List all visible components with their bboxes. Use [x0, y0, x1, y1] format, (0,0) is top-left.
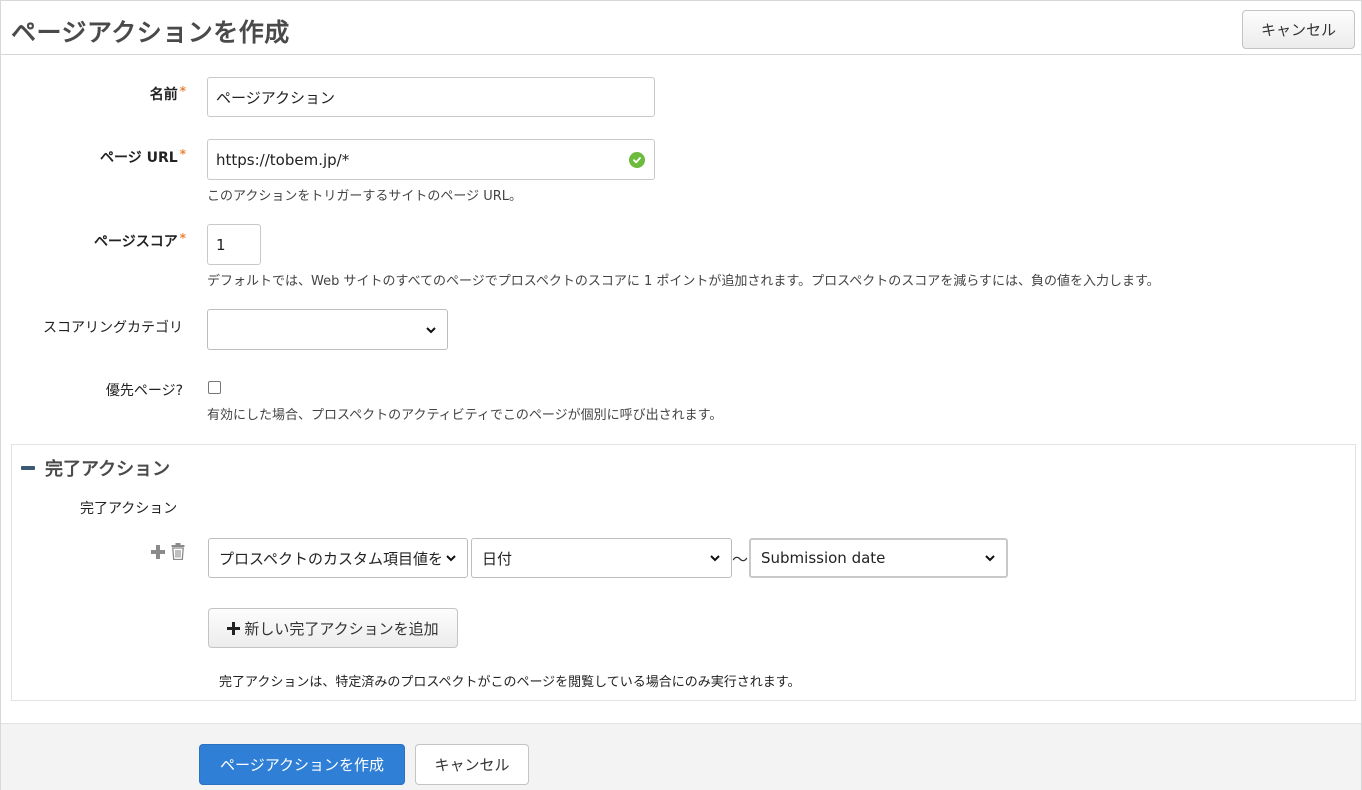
completion-field-value: 日付 — [482, 549, 513, 568]
completion-field-label: 完了アクション — [80, 501, 178, 517]
plus-icon[interactable] — [149, 543, 167, 561]
create-page-action-button[interactable]: ページアクションを作成 — [199, 744, 405, 785]
scoring-category-label: スコアリングカテゴリ — [43, 320, 183, 336]
page-url-label-text: ページ URL — [100, 150, 178, 166]
name-label-text: 名前 — [149, 87, 178, 103]
chevron-down-icon — [985, 555, 995, 562]
name-input[interactable]: ページアクション — [207, 77, 655, 117]
priority-page-checkbox[interactable] — [208, 381, 221, 394]
scoring-category-select[interactable] — [207, 309, 448, 350]
page-url-label: ページ URL * — [100, 147, 186, 167]
completion-field-select[interactable]: 日付 — [471, 538, 732, 578]
page-header: ページアクションを作成 キャンセル — [1, 1, 1361, 55]
chevron-down-icon — [710, 555, 720, 562]
cancel-button-top[interactable]: キャンセル — [1242, 10, 1355, 49]
chevron-down-icon — [426, 326, 436, 333]
page-score-help: デフォルトでは、Web サイトのすべてのページでプロスペクトのスコアに 1 ポイ… — [207, 274, 1160, 289]
name-input-value: ページアクション — [216, 88, 335, 107]
page-url-input-value: https://tobem.jp/* — [216, 150, 350, 169]
required-mark: * — [179, 84, 186, 98]
completion-action-value: プロスペクトのカスタム項目値を — [219, 549, 441, 568]
chevron-down-icon — [446, 555, 456, 562]
collapse-minus-icon[interactable] — [21, 466, 35, 470]
page-frame: ページアクションを作成 キャンセル 名前 * ページアクション ページ URL * … — [0, 0, 1362, 790]
completion-action-select[interactable]: プロスペクトのカスタム項目値を — [208, 538, 468, 578]
page-score-input[interactable]: 1 — [207, 224, 261, 265]
completion-section-title[interactable]: 完了アクション — [21, 455, 170, 481]
page-score-label-text: ページスコア — [93, 234, 178, 250]
page-score-label: ページスコア * — [94, 231, 186, 251]
name-label: 名前 * — [150, 84, 186, 104]
required-mark: * — [179, 147, 186, 161]
priority-page-help: 有効にした場合、プロスペクトのアクティビティでこのページが個別に呼び出されます。 — [207, 408, 723, 423]
completion-value-select[interactable]: Submission date — [749, 538, 1008, 578]
completion-note: 完了アクションは、特定済みのプロスペクトがこのページを閲覧している場合にのみ実行… — [219, 675, 801, 690]
page-title: ページアクションを作成 — [11, 18, 290, 47]
page-url-help: このアクションをトリガーするサイトのページ URL。 — [207, 189, 523, 204]
page-url-input[interactable]: https://tobem.jp/* — [207, 139, 655, 180]
add-completion-action-button[interactable]: 新しい完了アクションを追加 — [208, 608, 458, 648]
completion-section-title-text: 完了アクション — [45, 459, 171, 480]
priority-page-label: 優先ページ? — [105, 383, 183, 399]
page-score-input-value: 1 — [216, 235, 226, 254]
check-circle-icon — [629, 152, 645, 168]
trash-icon[interactable] — [169, 542, 187, 561]
completion-value-value: Submission date — [761, 549, 886, 567]
range-separator: 〜 — [732, 550, 749, 569]
cancel-button-bottom[interactable]: キャンセル — [415, 744, 529, 785]
required-mark: * — [179, 231, 186, 245]
add-completion-action-label: 新しい完了アクションを追加 — [244, 619, 439, 638]
plus-icon — [227, 621, 241, 635]
